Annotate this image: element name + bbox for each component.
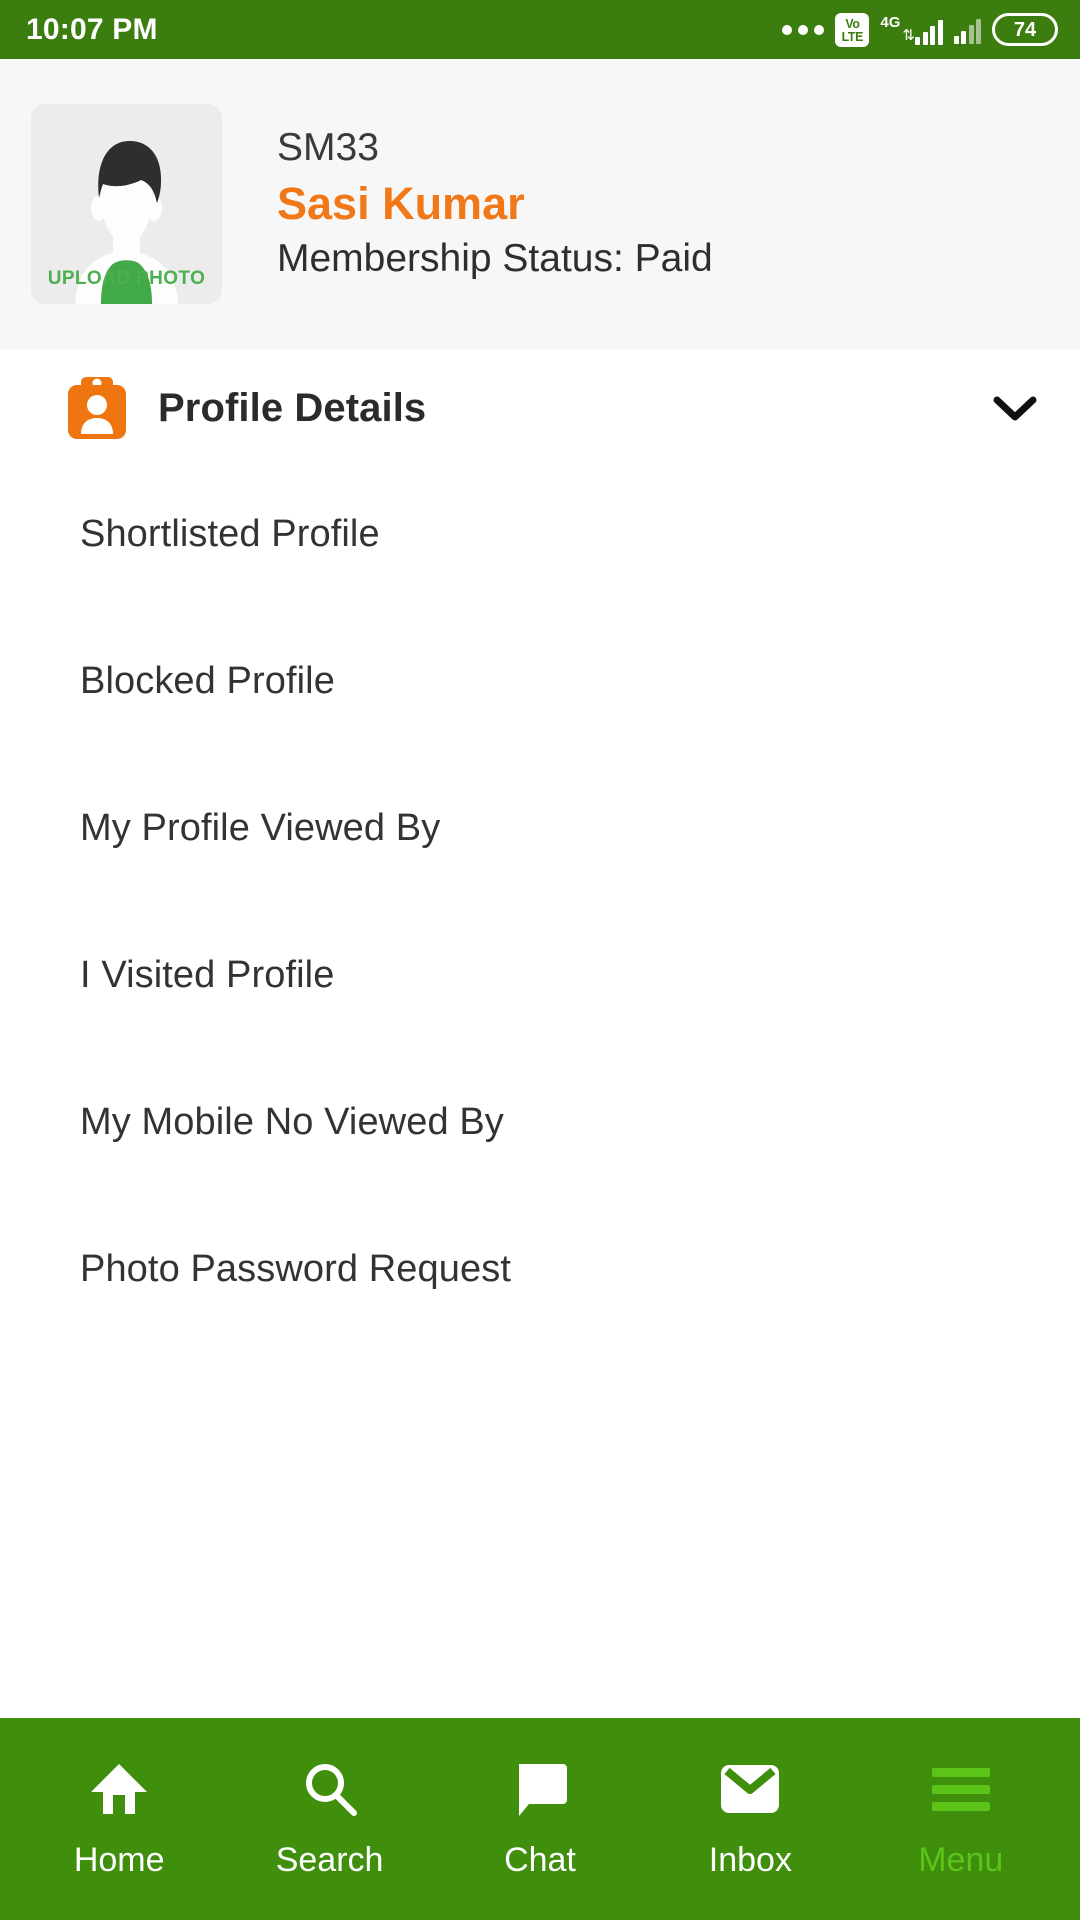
hamburger-icon [930,1761,992,1817]
envelope-icon [719,1761,781,1817]
volte-bottom-label: LTE [841,28,864,44]
nav-item-home[interactable]: Home [14,1761,224,1877]
nav-item-label: Menu [918,1841,1004,1879]
menu-item-my-profile-viewed-by[interactable]: My Profile Viewed By [0,755,1080,902]
menu-item-photo-password-request[interactable]: Photo Password Request [0,1196,1080,1343]
nav-item-label: Chat [504,1841,576,1879]
profile-header: UPLOAD PHOTO SM33 Sasi Kumar Membership … [0,59,1080,349]
nav-item-label: Inbox [708,1841,792,1879]
nav-item-menu[interactable]: Menu [856,1761,1066,1877]
member-name: Sasi Kumar [277,177,525,229]
profile-summary: SM33 Sasi Kumar Membership Status: Paid [222,126,713,282]
chat-bubble-icon [511,1761,569,1817]
nav-item-label: Search [275,1841,384,1879]
nav-item-label: Home [73,1841,165,1879]
network-4g-indicator: 4G ⇅ [880,13,943,45]
profile-details-menu-list: Shortlisted Profile Blocked Profile My P… [0,461,1080,1718]
more-horizontal-icon [782,24,825,35]
battery-indicator: 74 [992,13,1058,46]
menu-item-my-mobile-no-viewed-by[interactable]: My Mobile No Viewed By [0,1049,1080,1196]
search-icon [301,1761,359,1817]
menu-item-label: Blocked Profile [80,660,335,702]
menu-item-label: My Profile Viewed By [80,807,441,849]
section-title: Profile Details [158,385,427,430]
profile-details-section-header[interactable]: Profile Details [0,349,1080,461]
home-icon [89,1761,149,1817]
menu-item-label: My Mobile No Viewed By [80,1101,504,1143]
nav-item-search[interactable]: Search [224,1761,434,1877]
app-screen: 10:07 PM Vo LTE 4G ⇅ 74 UPLOAD PHOTO SM3… [0,0,1080,1920]
menu-item-label: Photo Password Request [80,1248,511,1290]
nav-item-chat[interactable]: Chat [435,1761,645,1877]
status-bar: 10:07 PM Vo LTE 4G ⇅ 74 [0,0,1080,59]
menu-item-blocked-profile[interactable]: Blocked Profile [0,608,1080,755]
id-badge-icon [68,377,126,439]
main-content: Profile Details Shortlisted Profile Bloc… [0,349,1080,1718]
status-bar-icons: Vo LTE 4G ⇅ 74 [782,12,1058,47]
menu-item-label: Shortlisted Profile [80,513,380,555]
bottom-navigation-bar: Home Search Chat Inbox Menu [0,1718,1080,1920]
menu-item-shortlisted-profile[interactable]: Shortlisted Profile [0,461,1080,608]
chevron-down-icon[interactable] [992,393,1038,423]
status-bar-time: 10:07 PM [26,12,158,46]
data-transfer-arrows-icon: ⇅ [902,26,915,44]
membership-status: Membership Status: Paid [277,237,713,281]
signal-bars-secondary-icon [953,16,981,44]
network-type-label: 4G [880,13,901,31]
member-id: SM33 [277,125,379,169]
nav-item-inbox[interactable]: Inbox [645,1761,855,1877]
avatar-upload-card[interactable]: UPLOAD PHOTO [31,104,222,304]
menu-item-i-visited-profile[interactable]: I Visited Profile [0,902,1080,1049]
upload-photo-label[interactable]: UPLOAD PHOTO [31,268,222,290]
volte-icon: Vo LTE [835,12,870,47]
signal-bars-icon [915,17,943,45]
menu-item-label: I Visited Profile [80,954,335,996]
